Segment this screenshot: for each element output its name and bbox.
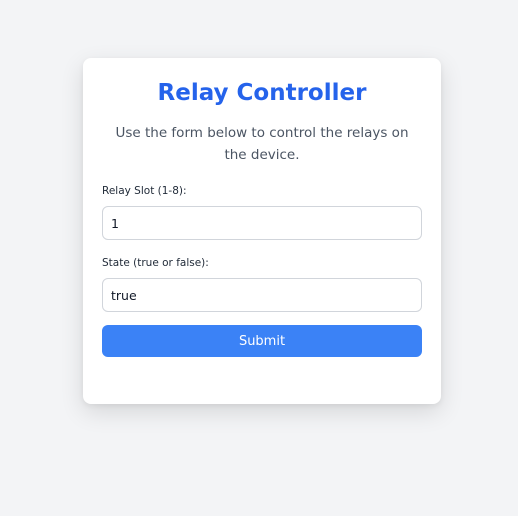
relay-form: Relay Slot (1-8): State (true or false):… [102,184,422,357]
relay-controller-card: Relay Controller Use the form below to c… [83,58,441,404]
submit-button[interactable]: Submit [102,325,422,357]
state-input[interactable] [102,278,422,312]
relay-slot-label: Relay Slot (1-8): [102,185,187,197]
form-description: Use the form below to control the relays… [115,125,409,163]
relay-slot-input[interactable] [102,206,422,240]
page-title: Relay Controller [157,80,367,106]
state-label: State (true or false): [102,257,209,269]
